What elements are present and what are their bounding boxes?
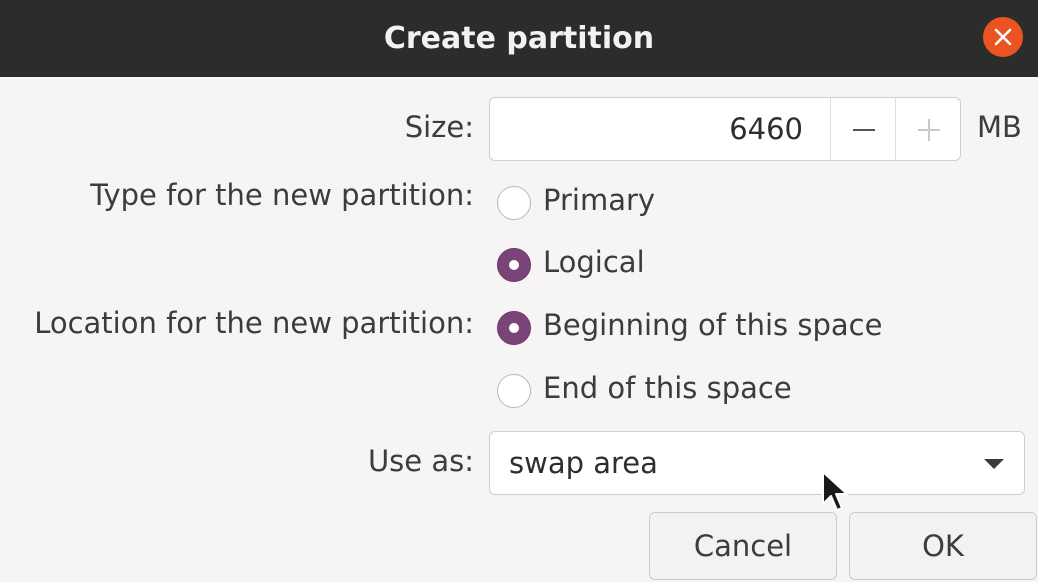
size-unit: MB (977, 110, 1022, 144)
size-label: Size: (404, 110, 474, 144)
use-as-label: Use as: (367, 444, 474, 478)
decrement-button[interactable] (830, 98, 896, 160)
location-label: Location for the new partition: (34, 306, 474, 340)
cancel-button[interactable]: Cancel (649, 512, 837, 580)
close-button[interactable] (983, 17, 1023, 57)
dialog-title: Create partition (383, 21, 655, 56)
radio-end[interactable] (497, 374, 531, 408)
radio-logical[interactable] (497, 248, 531, 282)
radio-beginning-label[interactable]: Beginning of this space (543, 308, 882, 342)
use-as-dropdown[interactable]: swap area (489, 431, 1025, 495)
radio-beginning[interactable] (497, 311, 531, 345)
close-icon (994, 28, 1012, 46)
type-label: Type for the new partition: (90, 178, 474, 212)
radio-end-label[interactable]: End of this space (543, 371, 792, 405)
radio-logical-label[interactable]: Logical (543, 245, 645, 279)
use-as-value: swap area (509, 446, 658, 480)
increment-button[interactable] (895, 98, 961, 160)
ok-button[interactable]: OK (849, 512, 1037, 580)
minus-icon (853, 129, 875, 131)
radio-primary[interactable] (497, 186, 531, 220)
dropdown-arrow-icon (984, 459, 1004, 469)
size-input[interactable]: 6460 (490, 98, 803, 160)
size-spinbutton[interactable]: 6460 (489, 97, 961, 161)
mouse-pointer-icon (822, 471, 848, 511)
radio-primary-label[interactable]: Primary (543, 183, 655, 217)
